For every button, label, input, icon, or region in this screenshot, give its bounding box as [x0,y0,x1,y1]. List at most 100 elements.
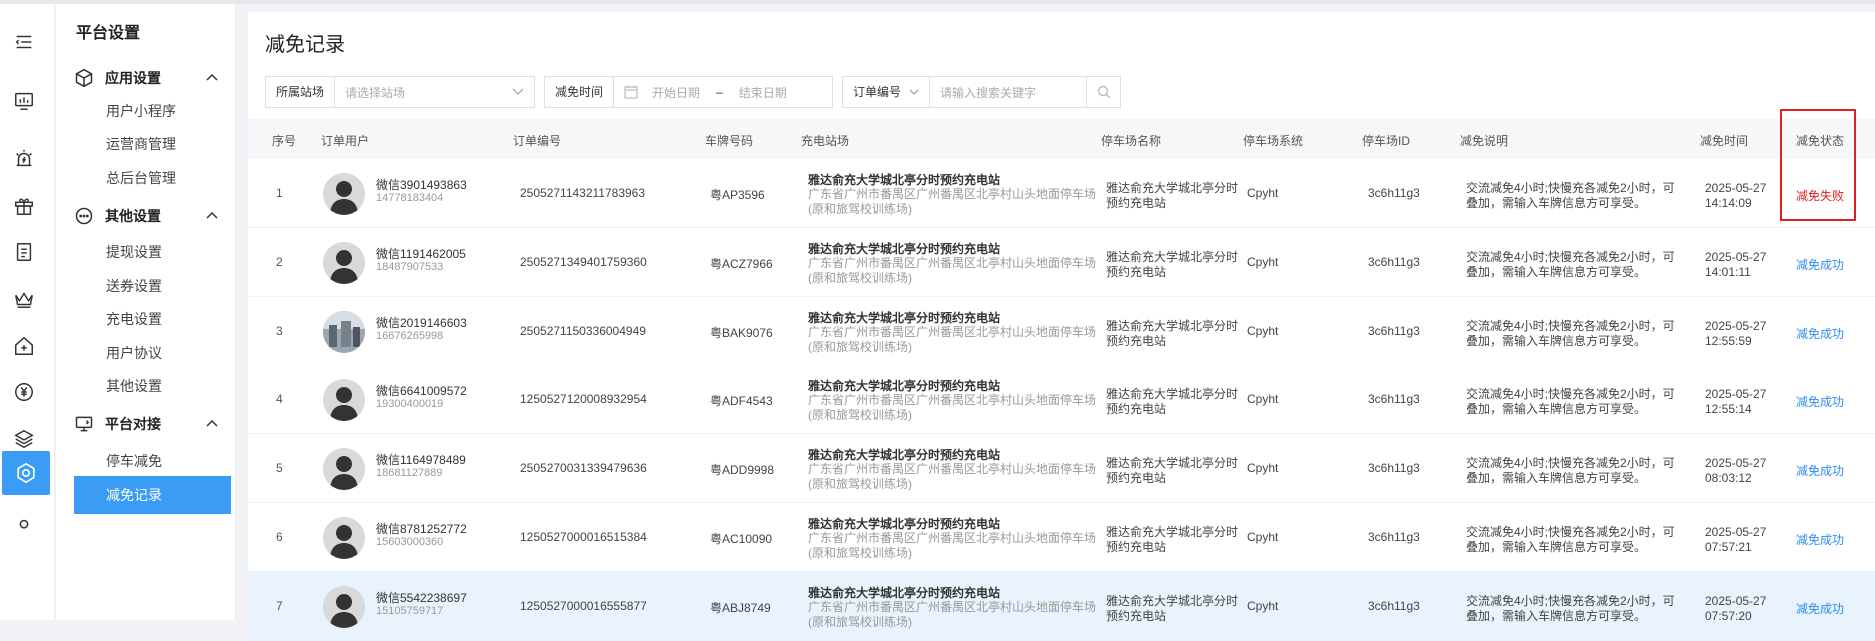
waiver-time: 2025-05-27 12:55:14 [1705,387,1767,416]
user-name: 微信2019146603 [376,316,467,330]
waiver-description: 交流减免4小时;快慢充各减免2小时，可叠加，需输入车牌信息方可享受。 [1466,250,1675,279]
waiver-description: 交流减免4小时;快慢充各减免2小时，可叠加，需输入车牌信息方可享受。 [1466,387,1675,416]
more-circle-icon [75,207,93,225]
menu-item-parking-waiver[interactable]: 停车减免 [74,442,231,480]
table-row[interactable]: 1 微信3901493863 14778183404 2505271143211783… [248,159,1875,228]
group-label: 平台对接 [105,416,161,432]
table-row[interactable]: 5 微信1164978489 18681127889 2505270031339479… [248,434,1875,503]
station-name: 雅达俞充大学城北亭分时预约充电站 [808,586,1001,600]
col-order: 订单编号 [513,134,562,148]
gift-icon[interactable] [0,184,48,228]
submenu-title: 平台设置 [76,25,141,42]
station-filter[interactable]: 所属站场 请选择站场 [265,76,535,108]
status-badge[interactable]: 减免成功 [1796,600,1844,617]
user-phone: 14778183404 [376,192,444,204]
user-phone: 15603000360 [376,536,444,548]
status-badge[interactable]: 减免成功 [1796,393,1844,410]
date-separator: – [716,85,723,99]
status-badge[interactable]: 减免成功 [1796,531,1844,548]
menu-item-withdraw[interactable]: 提现设置 [74,233,231,271]
avatar [323,379,365,421]
document-list-icon[interactable] [0,230,48,274]
order-search-filter[interactable]: 订单编号 请输入搜索关键字 [842,76,1121,108]
waiver-time: 2025-05-27 14:01:11 [1705,250,1767,279]
user-name: 微信8781252772 [376,522,467,536]
end-date-input[interactable]: 结束日期 [739,84,787,101]
table-row[interactable]: 4 微信6641009572 19300400019 1250527120008932… [248,365,1875,434]
alarm-icon[interactable] [0,137,48,181]
chevron-up-icon [206,73,218,81]
table-header: 序号 订单用户 订单编号 车牌号码 充电站场 停车场名称 停车场系统 停车场ID… [248,119,1875,159]
calendar-icon [624,85,638,99]
date-range-filter[interactable]: 减免时间 开始日期 – 结束日期 [544,76,833,108]
search-button[interactable] [1086,77,1120,107]
park-system: Cpyht [1247,324,1279,338]
house-plus-icon[interactable] [0,324,48,368]
menu-item-operator-mgmt[interactable]: 运营商管理 [74,125,231,163]
plate-number: 粤AP3596 [710,188,765,202]
chevron-up-icon [206,211,218,219]
col-user: 订单用户 [321,134,370,148]
station-name: 雅达俞充大学城北亭分时预约充电站 [808,379,1001,393]
station-name: 雅达俞充大学城北亭分时预约充电站 [808,448,1001,462]
station-address: 广东省广州市番禺区广州番禺区北亭村山头地面停车场(原和旅驾校训练场) [808,256,1097,285]
station-address: 广东省广州市番禺区广州番禺区北亭村山头地面停车场(原和旅驾校训练场) [808,187,1097,216]
station-name: 雅达俞充大学城北亭分时预约充电站 [808,242,1001,256]
search-input[interactable]: 请输入搜索关键字 [930,84,1086,101]
menu-item-waiver-records[interactable]: 减免记录 [74,476,231,514]
icon-sidebar [0,4,55,620]
park-id: 3c6h11g3 [1368,530,1420,544]
station-select[interactable]: 请选择站场 [335,84,512,101]
status-highlight-box [1780,109,1856,221]
user-phone: 19300400019 [376,398,444,410]
table-row[interactable]: 2 微信1191462005 18487907533 2505271349401759… [248,228,1875,297]
park-id: 3c6h11g3 [1368,255,1420,269]
group-other-settings[interactable]: 其他设置 [56,196,236,236]
menu-item-charging[interactable]: 充电设置 [74,300,231,338]
user-name: 微信6641009572 [376,384,467,398]
crown-icon[interactable] [0,277,48,321]
order-number: 1250527120008932954 [520,392,647,406]
park-name: 雅达俞充大学城北亭分时预约充电站 [1106,181,1239,210]
start-date-input[interactable]: 开始日期 [652,84,700,101]
waiver-time: 2025-05-27 14:14:09 [1705,181,1767,210]
yen-icon[interactable] [0,370,48,414]
search-icon [1097,85,1110,99]
status-badge[interactable]: 减免成功 [1796,462,1844,479]
row-number: 6 [276,530,283,544]
menu-item-backend-mgmt[interactable]: 总后台管理 [74,159,231,197]
order-number: 1250527000016555877 [520,599,647,613]
station-address: 广东省广州市番禺区广州番禺区北亭村山头地面停车场(原和旅驾校训练场) [808,325,1097,354]
chevron-down-icon [909,89,919,95]
plate-number: 粤BAK9076 [710,326,773,340]
table-row[interactable]: 6 微信8781252772 15603000360 1250527000016515… [248,503,1875,572]
row-number: 3 [276,324,283,338]
table-row[interactable]: 3 微信2019146603 16676265998 2505271150336004… [248,297,1875,366]
order-number: 2505271349401759360 [520,255,647,269]
avatar [323,448,365,490]
page-title: 减免记录 [265,34,345,56]
park-system: Cpyht [1247,186,1279,200]
park-system: Cpyht [1247,530,1279,544]
park-system: Cpyht [1247,392,1279,406]
status-badge[interactable]: 减免成功 [1796,256,1844,273]
monitor-chart-icon[interactable] [0,79,48,123]
search-field-select[interactable]: 订单编号 [843,77,931,107]
search-field-label: 订单编号 [853,85,902,99]
status-badge[interactable]: 减免成功 [1796,325,1844,342]
waiver-time: 2025-05-27 08:03:12 [1705,456,1767,485]
menu-item-other[interactable]: 其他设置 [74,367,231,405]
plate-number: 粤ABJ8749 [710,601,771,615]
park-name: 雅达俞充大学城北亭分时预约充电站 [1106,525,1239,554]
menu-icon[interactable] [0,20,48,64]
waiver-time: 2025-05-27 12:55:59 [1705,319,1767,348]
user-icon[interactable] [0,504,48,548]
park-name: 雅达俞充大学城北亭分时预约充电站 [1106,387,1239,416]
row-number: 1 [276,186,283,200]
col-park-name: 停车场名称 [1101,134,1162,148]
settings-hexagon-icon[interactable] [2,451,50,495]
col-desc: 减免说明 [1460,134,1509,148]
table-row[interactable]: 7 微信5542238697 15105759717 1250527000016555… [248,572,1875,641]
row-number: 5 [276,461,283,475]
group-platform-integration[interactable]: 平台对接 [56,404,236,444]
